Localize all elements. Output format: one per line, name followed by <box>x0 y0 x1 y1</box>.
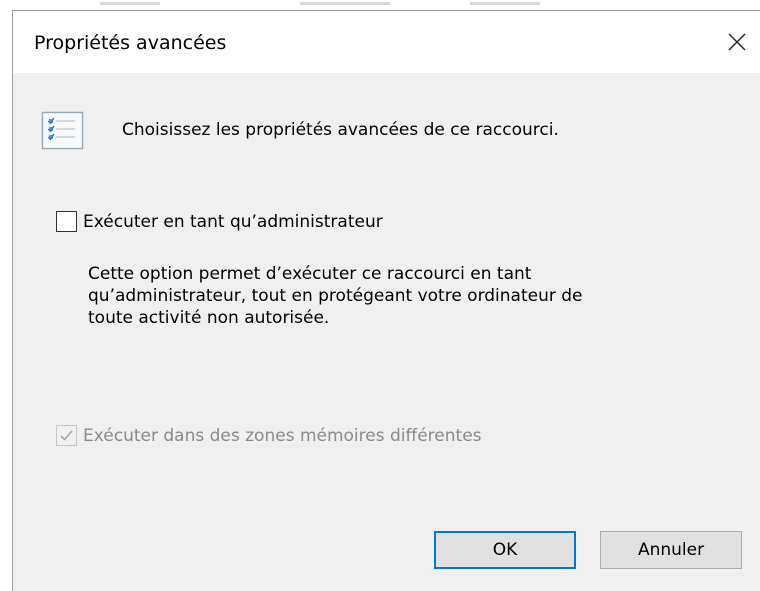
cancel-button[interactable]: Annuler <box>600 531 742 569</box>
run-as-admin-checkbox[interactable] <box>56 211 77 232</box>
description-line: Cette option permet d’exécuter ce raccou… <box>88 264 532 284</box>
checklist-icon <box>41 111 85 151</box>
background-mark <box>100 2 160 5</box>
description-line: qu’administrateur, tout en protégeant vo… <box>88 286 583 306</box>
title-bar: Propriétés avancées <box>13 11 760 73</box>
separate-memory-checkbox <box>56 425 77 446</box>
close-button[interactable] <box>714 11 760 73</box>
checkmark-icon <box>60 430 73 441</box>
separate-memory-label: Exécuter dans des zones mémoires différe… <box>83 425 482 446</box>
separate-memory-option: Exécuter dans des zones mémoires différe… <box>56 425 482 446</box>
description-line: toute activité non autorisée. <box>88 308 330 328</box>
background-window-edge <box>0 0 760 10</box>
run-as-admin-option[interactable]: Exécuter en tant qu’administrateur <box>56 211 383 232</box>
run-as-admin-label[interactable]: Exécuter en tant qu’administrateur <box>83 212 383 232</box>
background-mark <box>300 2 390 5</box>
ok-button[interactable]: OK <box>434 531 576 569</box>
run-as-admin-description: Cette option permet d’exécuter ce raccou… <box>88 263 688 329</box>
advanced-properties-dialog: Propriétés avancées Choisissez les propr… <box>12 10 760 591</box>
dialog-title: Propriétés avancées <box>34 32 227 54</box>
close-icon <box>728 33 746 51</box>
header-description: Choisissez les propriétés avancées de ce… <box>122 120 559 140</box>
background-mark <box>470 2 540 5</box>
